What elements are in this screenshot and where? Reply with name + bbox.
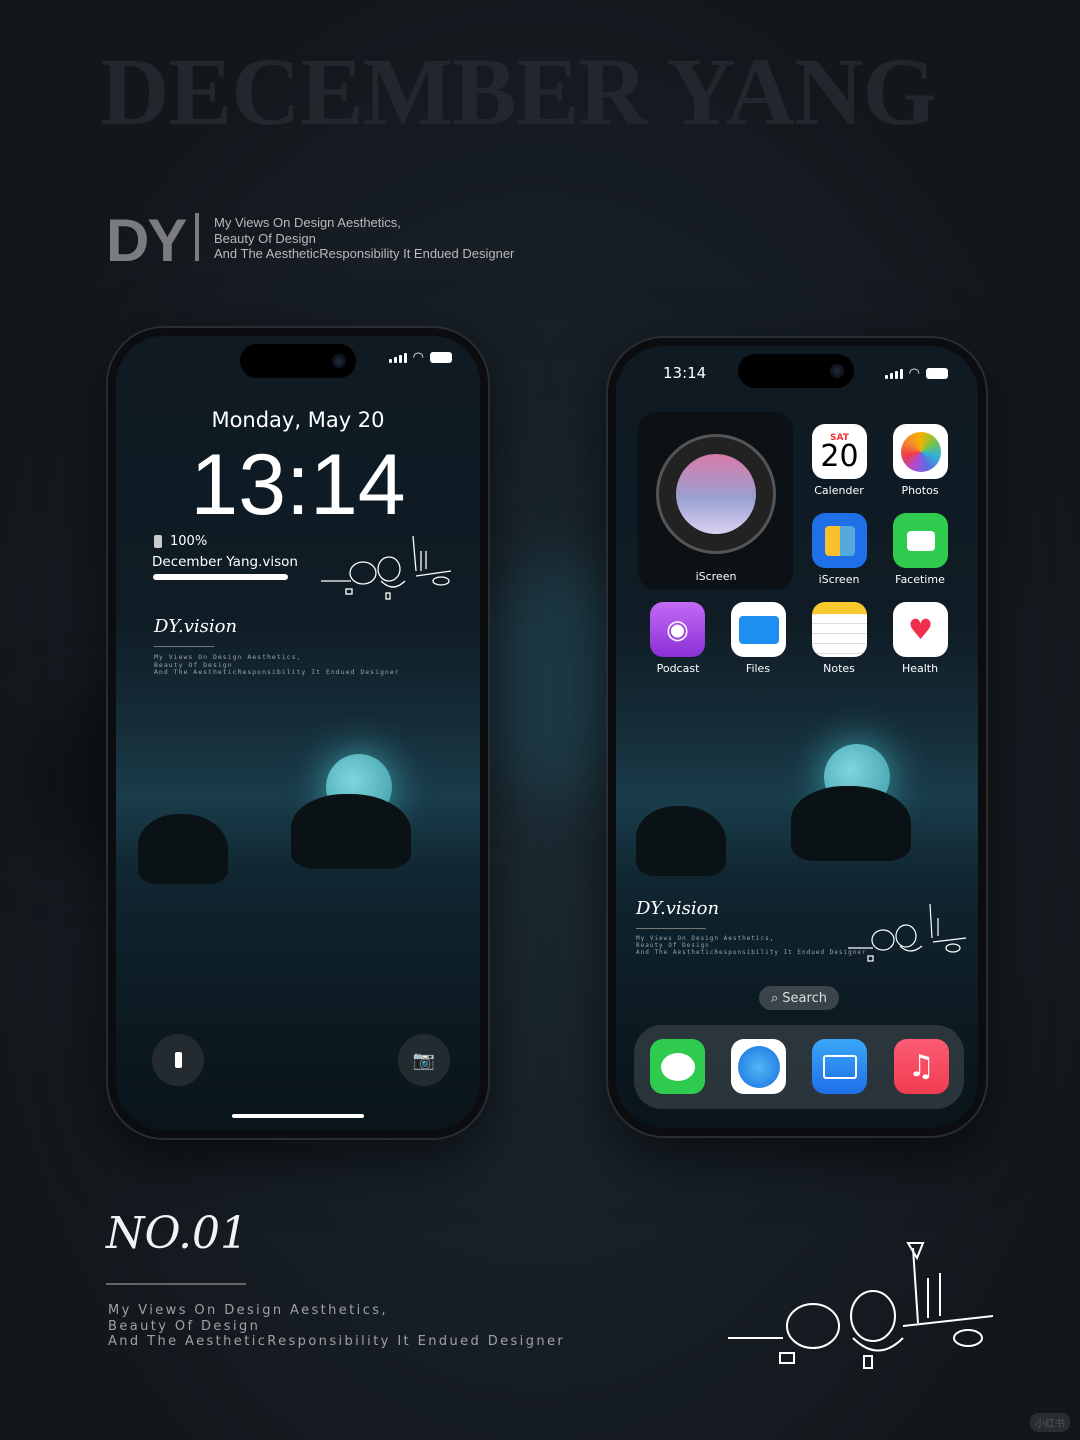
app-label: Notes bbox=[823, 662, 855, 675]
rock bbox=[138, 814, 228, 884]
lock-tagline: My Views On Design Aesthetics, Beauty Of… bbox=[154, 653, 400, 677]
app-label: Calender bbox=[814, 484, 864, 497]
record-artwork bbox=[676, 454, 756, 534]
home-indicator[interactable] bbox=[232, 1114, 364, 1118]
rock bbox=[636, 806, 726, 876]
video-camera-icon bbox=[906, 530, 935, 551]
watermark: 小红书 bbox=[1030, 1413, 1070, 1432]
lock-time: 13:14 bbox=[190, 437, 406, 533]
dock-music[interactable]: ♫ bbox=[894, 1039, 949, 1094]
tagline-line: Beauty Of Design bbox=[108, 1318, 261, 1334]
search-label: Search bbox=[782, 990, 827, 1006]
flashlight-button[interactable] bbox=[152, 1034, 204, 1086]
footer-tagline: My Views On Design Aesthetics, Beauty Of… bbox=[108, 1303, 565, 1350]
app-health[interactable]: ♥ bbox=[893, 602, 948, 657]
podcast-icon: ◉ bbox=[666, 614, 689, 645]
app-notes[interactable] bbox=[812, 602, 867, 657]
widget-label: iScreen bbox=[695, 570, 737, 583]
wifi-icon: ◠ bbox=[908, 366, 920, 381]
app-label: Health bbox=[901, 662, 939, 675]
brand-script: DY.vision bbox=[636, 898, 720, 919]
app-label: Podcast bbox=[656, 662, 700, 675]
tagline-line: Beauty Of Design bbox=[214, 230, 316, 246]
number-title: NO.01 bbox=[106, 1208, 248, 1259]
status-bar: ◠ bbox=[884, 366, 948, 381]
sketch-illustration bbox=[848, 903, 967, 962]
envelope-icon bbox=[822, 1054, 857, 1079]
battery-percent: 100% bbox=[170, 534, 208, 549]
lock-screen-phone: ◠ Monday, May 20 13:14 100% December Yan… bbox=[108, 328, 488, 1138]
signal-icon bbox=[388, 352, 407, 363]
rock bbox=[791, 786, 911, 861]
compass-icon bbox=[737, 1045, 780, 1088]
brand-divider bbox=[154, 646, 214, 647]
record-player bbox=[656, 434, 776, 554]
logo: DY bbox=[106, 207, 187, 274]
app-label: Facetime bbox=[895, 573, 945, 586]
message-bubble-icon bbox=[660, 1052, 695, 1081]
app-files[interactable] bbox=[731, 602, 786, 657]
dock: ♫ bbox=[634, 1025, 964, 1109]
tagline-line: My Views On Design Aesthetics, bbox=[108, 1303, 388, 1318]
big-title: DECEMBER YANG bbox=[100, 38, 937, 145]
home-tagline: My Views On Design Aesthetics, Beauty Of… bbox=[636, 935, 867, 956]
tagline-line: And The AestheticResponsibility It Endue… bbox=[154, 668, 400, 676]
tagline-line: And The AestheticResponsibility It Endue… bbox=[636, 949, 867, 956]
music-note-icon: ♫ bbox=[908, 1049, 935, 1084]
battery-icon bbox=[430, 352, 452, 363]
wifi-icon: ◠ bbox=[412, 350, 424, 365]
tagline-line: And The AestheticResponsibility It Endue… bbox=[214, 246, 515, 261]
tagline-line: Beauty Of Design bbox=[636, 942, 710, 949]
brand-script: DY.vision bbox=[154, 616, 238, 637]
header-tagline: My Views On Design Aesthetics, Beauty Of… bbox=[214, 215, 514, 262]
battery-icon bbox=[926, 368, 948, 379]
status-time: 13:14 bbox=[663, 364, 707, 382]
app-facetime[interactable] bbox=[893, 513, 948, 568]
folder-icon bbox=[738, 615, 779, 644]
dock-safari[interactable] bbox=[731, 1039, 786, 1094]
tagline-line: And The AestheticResponsibility It Endue… bbox=[108, 1334, 566, 1349]
heart-icon: ♥ bbox=[907, 613, 934, 646]
search-icon: ⌕ bbox=[771, 990, 779, 1006]
camera-lens bbox=[830, 364, 844, 378]
battery-bar bbox=[153, 574, 288, 580]
dynamic-island bbox=[738, 354, 854, 388]
lock-date: Monday, May 20 bbox=[211, 408, 385, 432]
battery-widget-icon bbox=[154, 535, 162, 548]
dock-messages[interactable] bbox=[650, 1039, 705, 1094]
app-label: iScreen bbox=[818, 573, 860, 586]
tagline-line: My Views On Design Aesthetics, bbox=[636, 935, 775, 942]
dock-mail[interactable] bbox=[812, 1039, 867, 1094]
camera-button[interactable]: 📷 bbox=[398, 1034, 450, 1086]
sketch-illustration-large bbox=[728, 1242, 994, 1369]
app-iscreen[interactable] bbox=[812, 513, 867, 568]
app-calendar[interactable]: SAT 20 bbox=[812, 424, 867, 479]
widget-name: December Yang.vison bbox=[152, 554, 298, 570]
brand-divider bbox=[636, 928, 706, 929]
flashlight-icon bbox=[174, 1052, 182, 1068]
tagline-line: My Views On Design Aesthetics, bbox=[214, 215, 401, 230]
rock bbox=[291, 794, 411, 869]
dynamic-island bbox=[240, 344, 356, 378]
app-podcast[interactable]: ◉ bbox=[650, 602, 705, 657]
calendar-date: 20 bbox=[820, 438, 859, 474]
camera-icon: 📷 bbox=[412, 1049, 436, 1071]
logo-divider bbox=[195, 213, 199, 261]
battery-widget: 100% bbox=[154, 534, 207, 549]
search-button[interactable]: ⌕ Search bbox=[759, 986, 839, 1010]
app-label: Files bbox=[745, 662, 771, 675]
number-divider bbox=[106, 1283, 246, 1285]
home-screen-phone: 13:14 ◠ iScreen SAT 20 Calender Photos i… bbox=[608, 338, 986, 1136]
app-label: Photos bbox=[901, 484, 939, 497]
photos-icon bbox=[900, 431, 941, 472]
iscreen-icon bbox=[824, 525, 855, 556]
app-photos[interactable] bbox=[893, 424, 948, 479]
camera-lens bbox=[332, 354, 346, 368]
sketch-illustration bbox=[321, 535, 452, 600]
status-bar: ◠ bbox=[388, 350, 452, 365]
iscreen-widget[interactable]: iScreen bbox=[638, 412, 793, 590]
signal-icon bbox=[884, 368, 903, 379]
